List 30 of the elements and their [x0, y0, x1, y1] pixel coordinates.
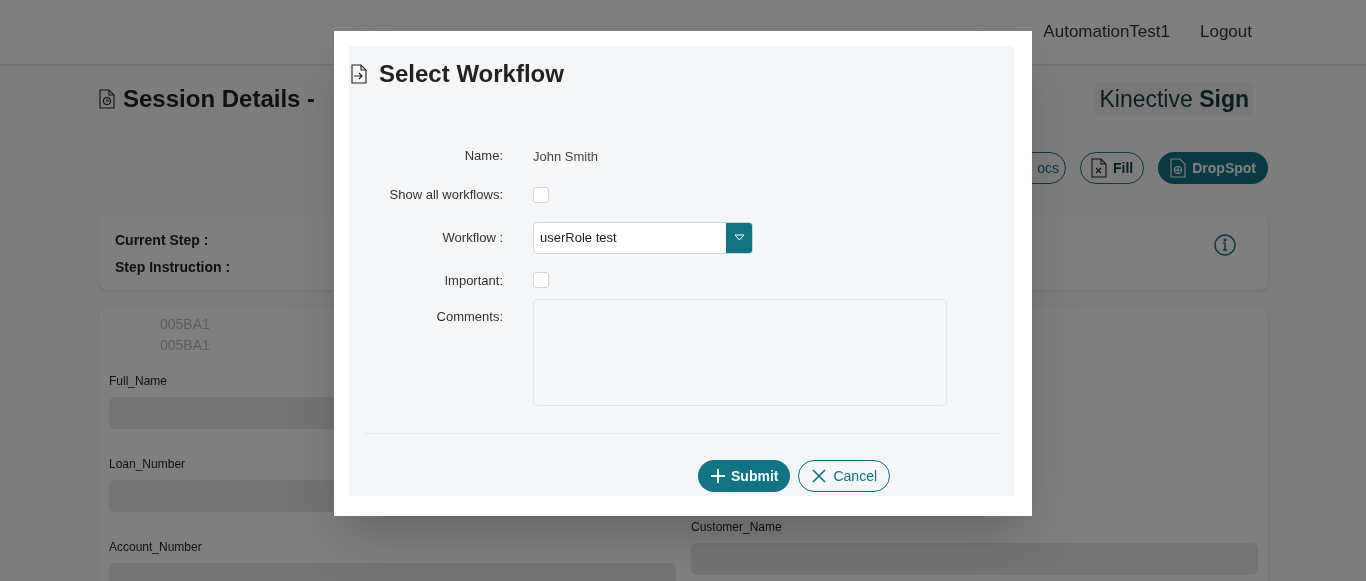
document-target-icon — [1170, 158, 1187, 178]
field-label: Customer_Name — [691, 519, 782, 536]
field-label: Loan_Number — [109, 456, 186, 473]
submit-button[interactable]: Submit — [698, 460, 791, 492]
workflow-select[interactable]: userRole test — [533, 221, 753, 254]
checkbox[interactable] — [533, 186, 549, 203]
form-label: Show all workflows: — [388, 186, 503, 204]
nav-link[interactable]: Logout — [1200, 19, 1252, 45]
brand-logo: Kinective Sign — [1095, 81, 1253, 117]
document-x-icon — [1091, 158, 1107, 178]
field-label: Account_Number — [109, 539, 202, 556]
form-label: Name: — [463, 147, 503, 166]
step-label: Current Step : — [115, 231, 210, 250]
document-history-icon — [99, 89, 115, 109]
step-label: Step Instruction : — [115, 258, 231, 277]
close-icon — [811, 468, 828, 484]
plus-icon — [710, 468, 726, 484]
modal-title: Select Workflow — [379, 59, 564, 89]
form-label: Workflow : — [441, 228, 503, 247]
field-label: Full_Name — [109, 373, 168, 390]
nav-link[interactable]: AutomationTest1 — [1043, 19, 1170, 45]
form-label: Important: — [443, 271, 503, 290]
dropdown-icon — [733, 234, 745, 241]
dropspot-button[interactable]: DropSpot — [1158, 152, 1268, 184]
page-title: Session Details - — [123, 84, 316, 114]
form-label: Comments: — [435, 308, 503, 326]
document-arrow-icon — [351, 64, 367, 84]
name-value: John Smith — [533, 149, 599, 164]
info-icon[interactable] — [1214, 234, 1236, 256]
checkbox[interactable] — [533, 272, 549, 289]
